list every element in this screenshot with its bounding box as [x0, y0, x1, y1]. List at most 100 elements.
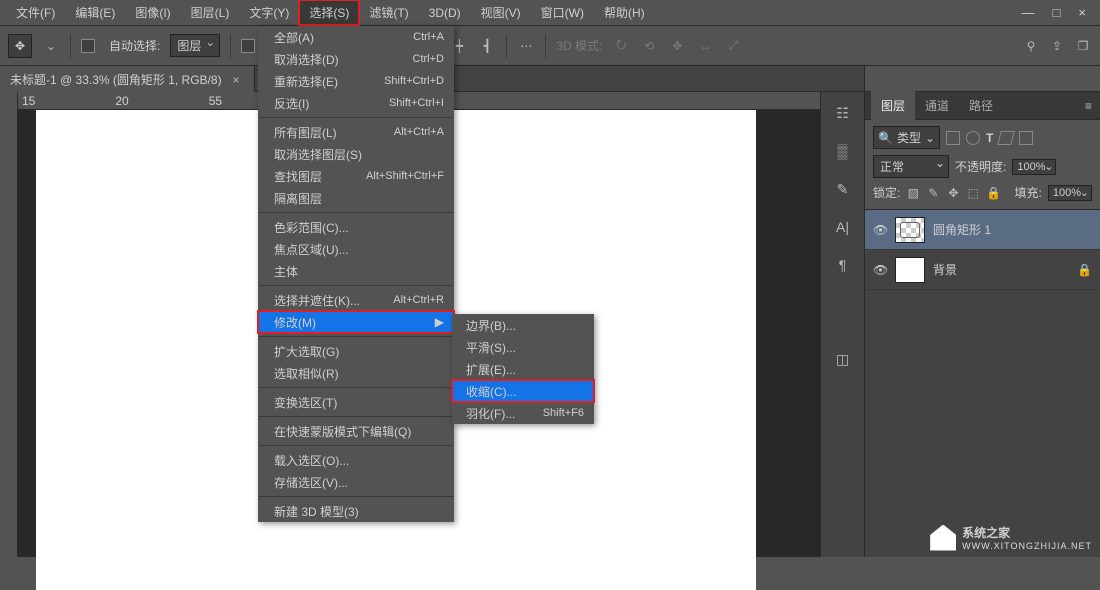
menu-all-layers[interactable]: 所有图层(L)Alt+Ctrl+A	[258, 121, 454, 143]
watermark-brand: 系统之家	[962, 524, 1092, 541]
menu-reselect: 重新选择(E)Shift+Ctrl+D	[258, 70, 454, 92]
menu-type[interactable]: 文字(Y)	[239, 0, 299, 25]
menu-expand[interactable]: 扩展(E)...	[452, 358, 594, 380]
layer-thumbnail[interactable]	[895, 217, 925, 243]
swatches-icon[interactable]: ▒	[832, 140, 854, 162]
menu-file[interactable]: 文件(F)	[6, 0, 65, 25]
document-tab[interactable]: 未标题-1 @ 33.3% (圆角矩形 1, RGB/8) ×	[0, 66, 255, 93]
auto-select-label: 自动选择:	[109, 37, 160, 54]
layer-name[interactable]: 背景	[933, 261, 957, 278]
menu-focus-area[interactable]: 焦点区域(U)...	[258, 238, 454, 260]
maximize-button[interactable]: □	[1053, 5, 1061, 20]
layer-filter-dropdown[interactable]: 🔍类型⌄	[873, 126, 940, 149]
menu-3d[interactable]: 3D(D)	[419, 2, 471, 24]
cube-3d-icon[interactable]: ◫	[832, 348, 854, 370]
filter-adjust-icon[interactable]	[966, 131, 980, 145]
lock-all-icon[interactable]: 🔒	[986, 186, 1000, 200]
menu-modify[interactable]: 修改(M)▶	[258, 311, 454, 333]
search-icon[interactable]: ⚲	[1022, 37, 1040, 55]
menu-select-all[interactable]: 全部(A)Ctrl+A	[258, 26, 454, 48]
menu-image[interactable]: 图像(I)	[125, 0, 180, 25]
layer-name[interactable]: 圆角矩形 1	[933, 221, 991, 238]
lock-transparency-icon[interactable]: ▨	[906, 186, 920, 200]
dropdown-arrow-icon[interactable]: ⌄	[42, 37, 60, 55]
layers-panel-tabs: 图层 通道 路径 ≡	[865, 92, 1100, 120]
menu-view[interactable]: 视图(V)	[471, 0, 531, 25]
menu-save-selection[interactable]: 存储选区(V)...	[258, 471, 454, 493]
layer-item[interactable]: 👁 圆角矩形 1	[865, 210, 1100, 250]
slide-3d-icon[interactable]: ↔	[696, 37, 714, 55]
opacity-label: 不透明度:	[955, 158, 1006, 175]
watermark: 系统之家 WWW.XITONGZHIJIA.NET	[930, 524, 1092, 551]
menu-select[interactable]: 选择(S)	[299, 0, 359, 25]
lock-label: 锁定:	[873, 184, 900, 201]
history-icon[interactable]: ☷	[832, 102, 854, 124]
menu-similar[interactable]: 选取相似(R)	[258, 362, 454, 384]
minimize-button[interactable]: —	[1022, 5, 1035, 20]
menu-window[interactable]: 窗口(W)	[531, 0, 594, 25]
fill-value[interactable]: 100%	[1048, 185, 1092, 201]
menu-deselect-layers[interactable]: 取消选择图层(S)	[258, 143, 454, 165]
menu-feather[interactable]: 羽化(F)...Shift+F6	[452, 402, 594, 424]
tab-paths[interactable]: 路径	[959, 91, 1003, 120]
close-button[interactable]: ×	[1078, 5, 1086, 20]
menu-grow[interactable]: 扩大选取(G)	[258, 340, 454, 362]
show-transform-checkbox[interactable]	[241, 39, 255, 53]
menu-filter[interactable]: 滤镜(T)	[359, 0, 418, 25]
tab-layers[interactable]: 图层	[871, 91, 915, 120]
visibility-icon[interactable]: 👁	[873, 223, 887, 237]
blend-mode-dropdown[interactable]: 正常	[873, 155, 949, 178]
menu-help[interactable]: 帮助(H)	[594, 0, 655, 25]
scale-3d-icon[interactable]: ⤢	[724, 37, 742, 55]
menu-select-and-mask[interactable]: 选择并遮住(K)...Alt+Ctrl+R	[258, 289, 454, 311]
orbit-3d-icon[interactable]: ⭮	[612, 37, 630, 55]
menu-border[interactable]: 边界(B)...	[452, 314, 594, 336]
menu-inverse[interactable]: 反选(I)Shift+Ctrl+I	[258, 92, 454, 114]
more-align-icon[interactable]: ⋯	[517, 37, 535, 55]
workspace-icon[interactable]: ❐	[1074, 37, 1092, 55]
share-icon[interactable]: ⇪	[1048, 37, 1066, 55]
filter-type-icon[interactable]: T	[986, 131, 993, 145]
menu-new-3d-extrusion[interactable]: 新建 3D 模型(3)	[258, 500, 454, 522]
layer-item[interactable]: 👁 背景 🔒	[865, 250, 1100, 290]
pan-3d-icon[interactable]: ✥	[668, 37, 686, 55]
visibility-icon[interactable]: 👁	[873, 263, 887, 277]
menu-transform-selection[interactable]: 变换选区(T)	[258, 391, 454, 413]
filter-smart-icon[interactable]	[1019, 131, 1033, 145]
mode-3d-label: 3D 模式:	[556, 37, 602, 54]
menu-isolate-layers[interactable]: 隔离图层	[258, 187, 454, 209]
menu-contract[interactable]: 收缩(C)...	[452, 380, 594, 402]
menu-color-range[interactable]: 色彩范围(C)...	[258, 216, 454, 238]
layer-thumbnail[interactable]	[895, 257, 925, 283]
menu-deselect[interactable]: 取消选择(D)Ctrl+D	[258, 48, 454, 70]
menu-quick-mask[interactable]: 在快速蒙版模式下编辑(Q)	[258, 420, 454, 442]
move-tool-icon[interactable]: ✥	[8, 34, 32, 58]
menu-load-selection[interactable]: 载入选区(O)...	[258, 449, 454, 471]
fill-label: 填充:	[1015, 184, 1042, 201]
lock-pixels-icon[interactable]: ✎	[926, 186, 940, 200]
brushes-icon[interactable]: ✎	[832, 178, 854, 200]
panel-menu-icon[interactable]: ≡	[1077, 99, 1100, 113]
lock-artboard-icon[interactable]: ⬚	[966, 186, 980, 200]
auto-select-target-dropdown[interactable]: 图层	[170, 34, 220, 57]
paragraph-icon[interactable]: ¶	[832, 254, 854, 276]
menu-layer[interactable]: 图层(L)	[181, 0, 240, 25]
ruler-mark: 15	[22, 94, 35, 108]
ruler-vertical[interactable]	[0, 92, 18, 557]
lock-position-icon[interactable]: ✥	[946, 186, 960, 200]
opacity-value[interactable]: 100%	[1012, 159, 1056, 175]
auto-select-checkbox[interactable]	[81, 39, 95, 53]
tab-channels[interactable]: 通道	[915, 91, 959, 120]
lock-icon: 🔒	[1077, 263, 1092, 277]
panels-area: 图层 通道 路径 ≡ 🔍类型⌄ T 正常 不透明度: 100% 锁定: ▨ ✎ …	[864, 66, 1100, 557]
menu-subject[interactable]: 主体	[258, 260, 454, 282]
menu-edit[interactable]: 编辑(E)	[65, 0, 125, 25]
menu-smooth[interactable]: 平滑(S)...	[452, 336, 594, 358]
filter-shape-icon[interactable]	[997, 131, 1015, 145]
roll-3d-icon[interactable]: ⟲	[640, 37, 658, 55]
filter-image-icon[interactable]	[946, 131, 960, 145]
character-icon[interactable]: A|	[832, 216, 854, 238]
menu-find-layers[interactable]: 查找图层Alt+Shift+Ctrl+F	[258, 165, 454, 187]
align-right-icon[interactable]: ┫	[478, 37, 496, 55]
close-tab-icon[interactable]: ×	[233, 73, 240, 87]
